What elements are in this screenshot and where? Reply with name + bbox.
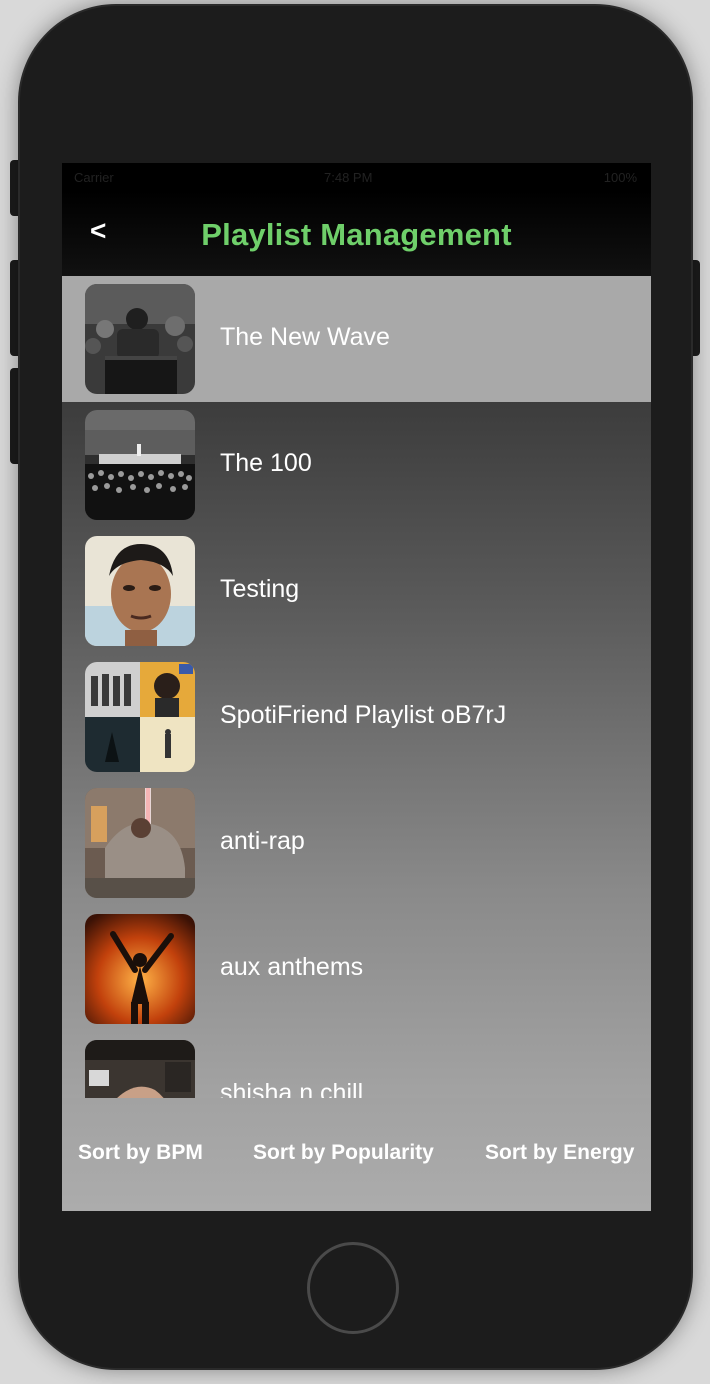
sort-by-energy-button[interactable]: Sort by Energy xyxy=(485,1141,634,1165)
playlist-name: anti-rap xyxy=(220,827,305,855)
playlist-cover xyxy=(85,284,195,394)
playlist-cover xyxy=(85,536,195,646)
playlist-row[interactable]: anti-rap xyxy=(62,780,651,906)
app-screen: Carrier 7:48 PM 100% < Playlist Manageme… xyxy=(62,163,651,1211)
home-button[interactable] xyxy=(307,1242,399,1334)
playlist-cover xyxy=(85,662,195,772)
playlist-name: Testing xyxy=(220,575,300,603)
status-time: 7:48 PM xyxy=(324,170,373,185)
playlist-name: The New Wave xyxy=(220,323,390,351)
navigation-bar: < Playlist Management xyxy=(62,191,651,277)
playlist-row[interactable]: aux anthems xyxy=(62,906,651,1032)
playlist-row[interactable]: The 100 xyxy=(62,402,651,528)
playlist-cover xyxy=(85,914,195,1024)
carrier-label: Carrier xyxy=(74,170,114,185)
playlist-list[interactable]: The New Wave The 100 Testing SpotiFriend… xyxy=(62,276,651,1098)
playlist-name: SpotiFriend Playlist oB7rJ xyxy=(220,701,507,729)
playlist-cover xyxy=(85,1040,195,1098)
status-bar: Carrier 7:48 PM 100% xyxy=(62,163,651,191)
playlist-name: shisha n chill xyxy=(220,1079,364,1098)
playlist-cover xyxy=(85,410,195,520)
playlist-row[interactable]: The New Wave xyxy=(62,276,651,402)
playlist-name: The 100 xyxy=(220,449,312,477)
playlist-cover xyxy=(85,788,195,898)
battery-label: 100% xyxy=(603,170,637,185)
playlist-name: aux anthems xyxy=(220,953,364,981)
playlist-row[interactable]: SpotiFriend Playlist oB7rJ xyxy=(62,654,651,780)
sort-by-popularity-button[interactable]: Sort by Popularity xyxy=(253,1141,434,1165)
playlist-row[interactable]: Testing xyxy=(62,528,651,654)
sort-toolbar: Sort by BPM Sort by Popularity Sort by E… xyxy=(62,1098,651,1211)
playlist-row[interactable]: shisha n chill xyxy=(62,1032,651,1098)
sort-by-bpm-button[interactable]: Sort by BPM xyxy=(78,1141,203,1165)
page-title: Playlist Management xyxy=(201,217,512,252)
